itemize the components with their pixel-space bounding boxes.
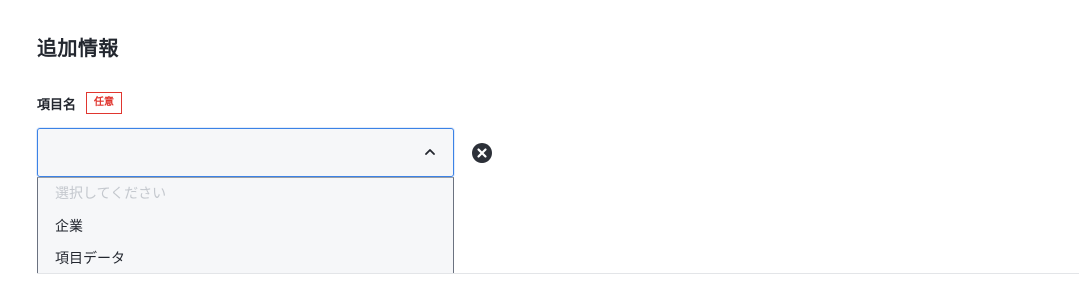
close-icon [477, 148, 487, 158]
section-title: 追加情報 [37, 36, 119, 60]
clear-selection-button[interactable] [472, 143, 492, 163]
dropdown-option-item-data[interactable]: 項目データ [38, 243, 453, 275]
field-label-row: 項目名 任意 [37, 92, 123, 114]
item-name-select[interactable] [37, 128, 454, 177]
dropdown-list: 選択してください 企業 項目データ [37, 177, 454, 274]
chevron-up-icon[interactable] [425, 147, 435, 157]
dropdown-option-company[interactable]: 企業 [38, 211, 453, 243]
section-divider [37, 273, 1079, 274]
field-label: 項目名 [37, 97, 77, 113]
dropdown-placeholder-option[interactable]: 選択してください [38, 178, 453, 211]
optional-badge: 任意 [86, 92, 123, 114]
